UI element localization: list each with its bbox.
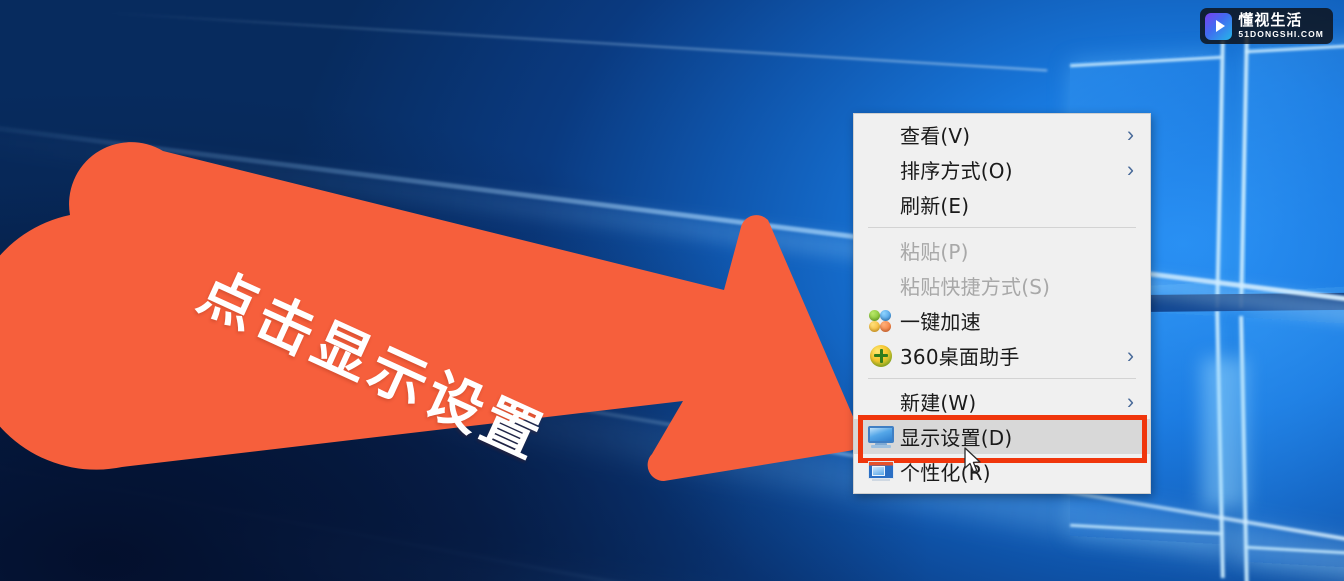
menu-item-personalize[interactable]: 个性化(R) xyxy=(854,454,1150,489)
watermark-brand-cn: 懂视生活 xyxy=(1238,10,1303,29)
menu-item-label: 排序方式(O) xyxy=(900,159,1013,183)
menu-item-label: 360桌面助手 xyxy=(900,345,1020,369)
menu-separator xyxy=(868,227,1136,228)
menu-item-360-desktop[interactable]: 360桌面助手 › xyxy=(854,338,1150,373)
menu-item-paste: 粘贴(P) xyxy=(854,233,1150,268)
menu-item-label: 显示设置(D) xyxy=(900,426,1013,450)
menu-item-view[interactable]: 查看(V) › xyxy=(854,117,1150,152)
play-logo-icon xyxy=(1205,12,1233,40)
chevron-right-icon: › xyxy=(1127,390,1134,413)
desktop-screen: 点击显示设置 查看(V) › 排序方式(O) › 刷新(E) 粘贴(P) 粘贴快捷方式(S)… xyxy=(0,0,1344,581)
menu-item-label: 查看(V) xyxy=(900,124,971,148)
personalize-icon xyxy=(868,460,894,483)
menu-item-label: 刷新(E) xyxy=(900,194,970,218)
menu-item-label: 粘贴快捷方式(S) xyxy=(900,275,1051,299)
green-plus-icon xyxy=(870,344,892,367)
menu-item-label: 个性化(R) xyxy=(900,461,991,485)
menu-item-new[interactable]: 新建(W) › xyxy=(854,384,1150,419)
menu-separator xyxy=(868,378,1136,379)
monitor-icon xyxy=(868,425,894,448)
menu-item-label: 新建(W) xyxy=(900,391,977,415)
menu-item-icon xyxy=(866,424,896,450)
menu-item-icon xyxy=(866,343,896,369)
menu-item-label: 粘贴(P) xyxy=(900,240,969,264)
menu-item-one-key-speedup[interactable]: 一键加速 xyxy=(854,303,1150,338)
chevron-right-icon: › xyxy=(1127,344,1134,367)
watermark-text: 懂视生活 51DONGSHI.COM xyxy=(1238,10,1324,39)
chevron-right-icon: › xyxy=(1127,123,1134,146)
chevron-right-icon: › xyxy=(1127,158,1134,181)
menu-item-display-settings[interactable]: 显示设置(D) xyxy=(854,415,1150,463)
desktop-context-menu[interactable]: 查看(V) › 排序方式(O) › 刷新(E) 粘贴(P) 粘贴快捷方式(S) 一键加速 360… xyxy=(853,113,1151,494)
four-dots-icon xyxy=(869,309,893,332)
menu-item-icon xyxy=(866,459,896,485)
menu-item-label: 一键加速 xyxy=(900,310,981,334)
watermark-badge: 懂视生活 51DONGSHI.COM xyxy=(1200,8,1333,44)
menu-item-paste-shortcut: 粘贴快捷方式(S) xyxy=(854,268,1150,303)
menu-item-sort-by[interactable]: 排序方式(O) › xyxy=(854,152,1150,187)
menu-item-refresh[interactable]: 刷新(E) xyxy=(854,187,1150,222)
menu-item-icon xyxy=(866,308,896,334)
watermark-brand-url: 51DONGSHI.COM xyxy=(1238,28,1324,39)
